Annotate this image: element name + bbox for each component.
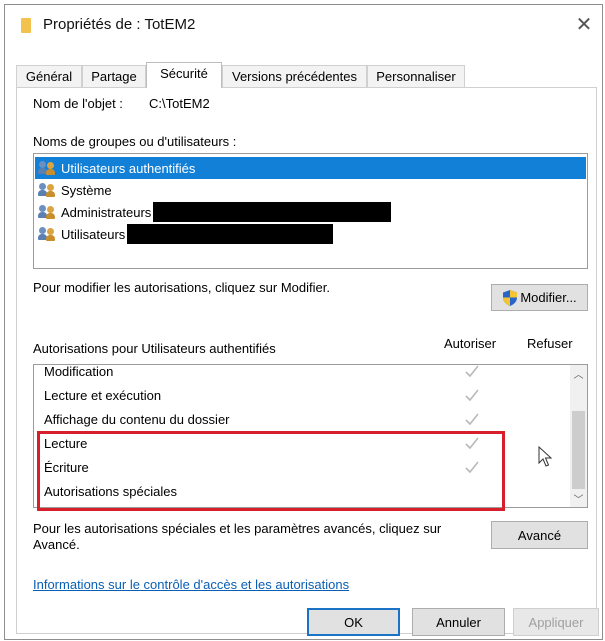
close-button[interactable]: ✕ [566,5,602,43]
object-name-value: C:\TotEM2 [149,96,210,111]
modify-button-label: Modifier... [520,290,577,305]
permission-row-write: Écriture [44,457,564,481]
permission-name: Affichage du contenu du dossier [44,412,230,427]
redaction-bar [153,202,392,222]
window-title: Propriétés de : TotEM2 [43,16,196,33]
chevron-down-icon: ﹀ [573,495,584,506]
permission-row-special: Autorisations spéciales [44,481,564,505]
check-icon [465,389,479,402]
list-item-users[interactable]: Utilisateurs [35,223,586,245]
users-group-icon [38,183,57,197]
permission-name: Lecture [44,436,88,451]
cancel-button[interactable]: Annuler [412,608,505,636]
permission-row-modify: Modification [44,364,564,385]
users-group-icon [38,161,57,175]
groups-label: Noms de groupes ou d'utilisateurs : [33,134,237,149]
list-item-administrators[interactable]: Administrateurs [35,201,586,223]
title-bar: Propriétés de : TotEM2 ✕ [5,5,602,43]
users-list[interactable]: Utilisateurs authentifiés Système Admini… [33,153,588,269]
permissions-label: Autorisations pour Utilisateurs authenti… [33,341,276,356]
close-icon: ✕ [575,13,593,36]
user-name: Système [61,182,112,198]
permission-row-read-execute: Lecture et exécution [44,385,564,409]
check-icon [465,365,479,378]
permission-name: Autorisations spéciales [44,484,177,499]
user-name: Utilisateurs authentifiés [61,160,196,176]
redaction-bar [127,224,334,244]
modify-button[interactable]: Modifier... [491,284,588,311]
chevron-up-icon: ︿ [573,370,584,381]
deny-column-header: Refuser [527,336,573,351]
allow-column-header: Autoriser [444,336,497,351]
check-icon [465,413,479,426]
security-panel: Nom de l'objet : C:\TotEM2 Noms de group… [16,87,597,634]
check-icon [465,437,479,450]
permission-name: Modification [44,364,114,379]
advanced-button[interactable]: Avancé [491,521,588,549]
object-name-label: Nom de l'objet : [33,96,123,111]
user-name: Utilisateurs [61,226,126,242]
permission-row-list-folder: Affichage du contenu du dossier [44,409,564,433]
check-icon [465,461,479,474]
access-control-info-link[interactable]: Informations sur le contrôle d'accès et … [33,577,349,592]
scroll-down-button[interactable]: ﹀ [570,490,587,507]
modify-hint: Pour modifier les autorisations, cliquez… [33,280,330,295]
folder-icon [21,18,31,33]
tab-sharing[interactable]: Partage [82,65,146,87]
list-item-system[interactable]: Système [35,179,586,201]
apply-button[interactable]: Appliquer [513,608,599,636]
tab-previous-versions[interactable]: Versions précédentes [222,65,367,87]
mouse-cursor-icon [538,446,553,467]
user-name: Administrateurs [61,204,152,220]
permission-row-read: Lecture [44,433,564,457]
users-group-icon [38,205,57,219]
permission-name: Lecture et exécution [44,388,162,403]
tab-security[interactable]: Sécurité [146,62,222,88]
advanced-hint: Pour les autorisations spéciales et les … [33,521,442,552]
scroll-thumb[interactable] [572,411,585,489]
scroll-up-button[interactable]: ︿ [570,365,587,382]
permission-name: Écriture [44,460,89,475]
permissions-scrollbar[interactable]: ︿ ﹀ [570,365,587,507]
tab-general[interactable]: Général [16,65,82,87]
ok-button[interactable]: OK [307,608,400,636]
users-group-icon [38,227,57,241]
permissions-list: Modification Lecture et exécution Affich… [33,364,588,508]
uac-shield-icon [503,289,518,306]
list-item-authenticated-users[interactable]: Utilisateurs authentifiés [35,157,586,179]
properties-dialog: Propriétés de : TotEM2 ✕ Général Partage… [4,4,603,640]
tab-customize[interactable]: Personnaliser [367,65,465,87]
